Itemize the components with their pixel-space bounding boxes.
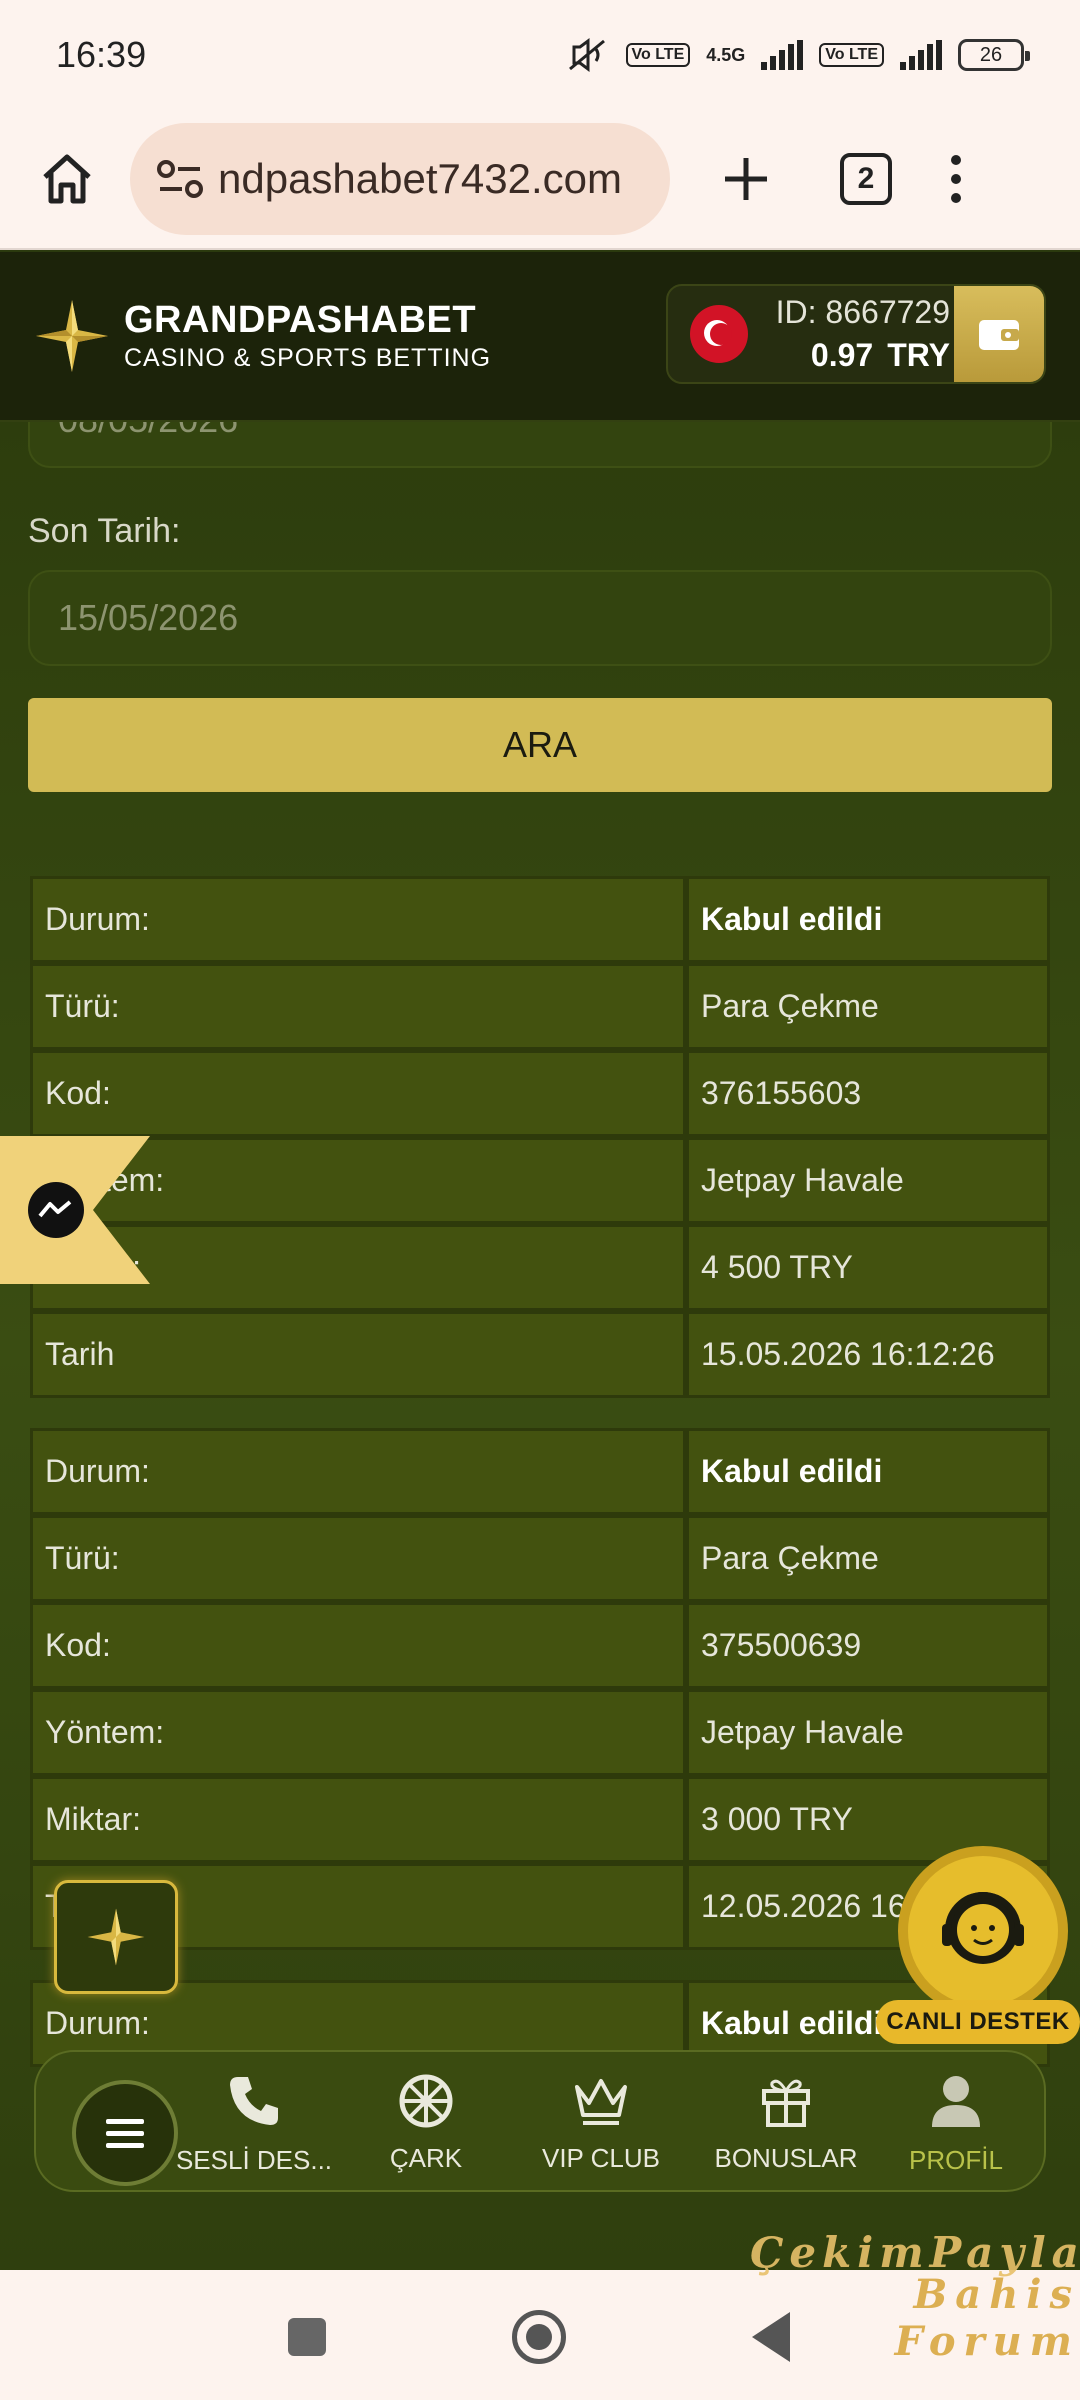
signal-icon xyxy=(761,40,804,70)
live-support-button[interactable]: CANLI DESTEK xyxy=(876,1846,1080,2052)
table-row: Miktar:4 500 TRY xyxy=(30,1224,1050,1311)
row-key: Türü: xyxy=(30,963,686,1050)
nav-label: SESLİ DES... xyxy=(175,2144,333,2175)
row-value: 376155603 xyxy=(686,1050,1050,1137)
nav-wheel[interactable]: ÇARK xyxy=(366,2052,486,2194)
home-icon xyxy=(43,154,91,204)
site-settings-icon[interactable] xyxy=(152,151,208,207)
start-date-input[interactable]: 08/05/2026 xyxy=(28,422,1052,468)
row-value: 4 500 TRY xyxy=(686,1224,1050,1311)
url-text[interactable]: ndpashabet7432.com xyxy=(218,155,622,203)
account-id: ID: 8667729 xyxy=(775,294,950,330)
watermark: ÇekimPaylaş Bahis Forum xyxy=(750,2228,1080,2365)
table-row: Durum: Kabul edildi xyxy=(30,876,1050,963)
brand-tagline: CASINO & SPORTS BETTING xyxy=(124,344,492,372)
turkey-flag-icon xyxy=(690,305,748,363)
star-icon xyxy=(87,1908,145,1966)
table-row: Yöntem:Jetpay Havale xyxy=(30,1137,1050,1224)
row-value: Para Çekme xyxy=(686,963,1050,1050)
support-agent-icon xyxy=(898,1846,1068,2016)
row-value: 15.05.2026 16:12:26 xyxy=(686,1311,1050,1398)
plus-icon xyxy=(725,158,767,200)
hamburger-menu-button[interactable] xyxy=(72,2080,178,2186)
row-key: Miktar: xyxy=(30,1776,686,1863)
volte-icon: Vo LTE xyxy=(625,43,691,67)
row-value: Kabul edildi xyxy=(686,1428,1050,1515)
table-row: Yöntem:Jetpay Havale xyxy=(30,1689,1050,1776)
row-value: Kabul edildi xyxy=(686,876,1050,963)
table-row: Türü: Para Çekme xyxy=(30,963,1050,1050)
end-date-input[interactable]: 15/05/2026 xyxy=(28,570,1052,666)
row-key: Türü: xyxy=(30,1515,686,1602)
address-bar[interactable]: ndpashabet7432.com xyxy=(130,123,670,235)
nav-label: ÇARK xyxy=(389,2142,463,2173)
row-key: Durum: xyxy=(30,1428,686,1515)
end-date-label: Son Tarih: xyxy=(28,512,181,550)
signal-icon-2 xyxy=(900,40,942,70)
status-bar: 16:39 Vo LTE 4.5G Vo LTE 26 xyxy=(0,0,1080,110)
table-row: Kod: 375500639 xyxy=(30,1602,1050,1689)
home-nav-button[interactable] xyxy=(512,2310,566,2364)
table-row: Tarih 15.05.2026 16:12:26 xyxy=(30,1311,1050,1398)
profile-icon xyxy=(932,2075,980,2127)
bottom-navigation: SESLİ DES... ÇARK VIP CLUB BONUSLAR PROF… xyxy=(34,2050,1046,2192)
site-header: GRANDPASHABET CASINO & SPORTS BETTING ID… xyxy=(0,252,1080,422)
browser-toolbar: ndpashabet7432.com 2 xyxy=(0,110,1080,250)
status-icons: Vo LTE 4.5G Vo LTE 26 xyxy=(566,37,1030,73)
wallet-button[interactable] xyxy=(954,286,1044,382)
nav-profile[interactable]: PROFİL xyxy=(896,2052,1016,2194)
row-value: Jetpay Havale xyxy=(686,1689,1050,1776)
battery-level: 26 xyxy=(979,43,1003,66)
row-value: Para Çekme xyxy=(686,1515,1050,1602)
gift-icon xyxy=(762,2079,810,2127)
row-key: Durum: xyxy=(30,876,686,963)
search-button[interactable]: ARA xyxy=(28,698,1052,792)
row-key: Tarih xyxy=(30,1311,686,1398)
nav-label: BONUSLAR xyxy=(714,2142,858,2173)
mute-vibrate-icon xyxy=(568,38,605,72)
row-value: 375500639 xyxy=(686,1602,1050,1689)
account-balance-panel[interactable]: ID: 8667729 0.97 TRY xyxy=(666,284,1046,384)
wheel-icon xyxy=(399,2074,453,2127)
status-time: 16:39 xyxy=(56,34,147,75)
kebab-dot xyxy=(951,193,961,203)
table-row: Kod: 376155603 xyxy=(30,1050,1050,1137)
brand-logo[interactable]: GRANDPASHABET CASINO & SPORTS BETTING xyxy=(34,298,491,374)
nav-label: PROFİL xyxy=(909,2144,1003,2175)
nav-label: VIP CLUB xyxy=(541,2142,660,2173)
watermark-line1: ÇekimPaylaş xyxy=(750,2228,1080,2277)
live-support-label: CANLI DESTEK xyxy=(876,2000,1080,2044)
recent-apps-button[interactable] xyxy=(288,2318,326,2356)
kebab-dot xyxy=(951,155,961,165)
messenger-icon xyxy=(28,1182,84,1238)
table-row: Türü: Para Çekme xyxy=(30,1515,1050,1602)
row-key: Yöntem: xyxy=(30,1689,686,1776)
transaction-table: Durum: Kabul edildi Türü: Para Çekme Kod: 376… xyxy=(30,876,1050,1398)
nav-voice-support[interactable]: SESLİ DES... xyxy=(174,2052,334,2194)
home-button[interactable] xyxy=(32,144,102,214)
nav-bonuses[interactable]: BONUSLAR xyxy=(714,2052,858,2194)
balance-currency: TRY xyxy=(887,337,950,373)
row-key: Kod: xyxy=(30,1050,686,1137)
wallet-icon xyxy=(979,320,1019,350)
nav-vip-club[interactable]: VIP CLUB xyxy=(536,2052,666,2194)
row-value: Jetpay Havale xyxy=(686,1137,1050,1224)
phone-icon xyxy=(230,2076,278,2125)
brand-name: GRANDPASHABET xyxy=(124,299,477,341)
watermark-line2: Bahis Forum xyxy=(894,2271,1080,2365)
star-logo-icon xyxy=(36,300,108,372)
browser-menu-button[interactable] xyxy=(946,155,966,203)
network-type: 4.5G xyxy=(706,44,746,65)
star-bonus-button[interactable] xyxy=(54,1880,178,1994)
crown-icon xyxy=(575,2078,627,2125)
volte-icon-2: Vo LTE xyxy=(819,43,884,67)
account-balance: 0.97 TRY xyxy=(770,337,950,374)
tab-switcher-button[interactable]: 2 xyxy=(840,153,892,205)
balance-amount: 0.97 xyxy=(810,337,874,373)
new-tab-button[interactable] xyxy=(706,139,786,219)
battery-icon: 26 xyxy=(958,39,1030,71)
table-row: Durum: Kabul edildi xyxy=(30,1428,1050,1515)
row-key: Kod: xyxy=(30,1602,686,1689)
kebab-dot xyxy=(951,174,961,184)
